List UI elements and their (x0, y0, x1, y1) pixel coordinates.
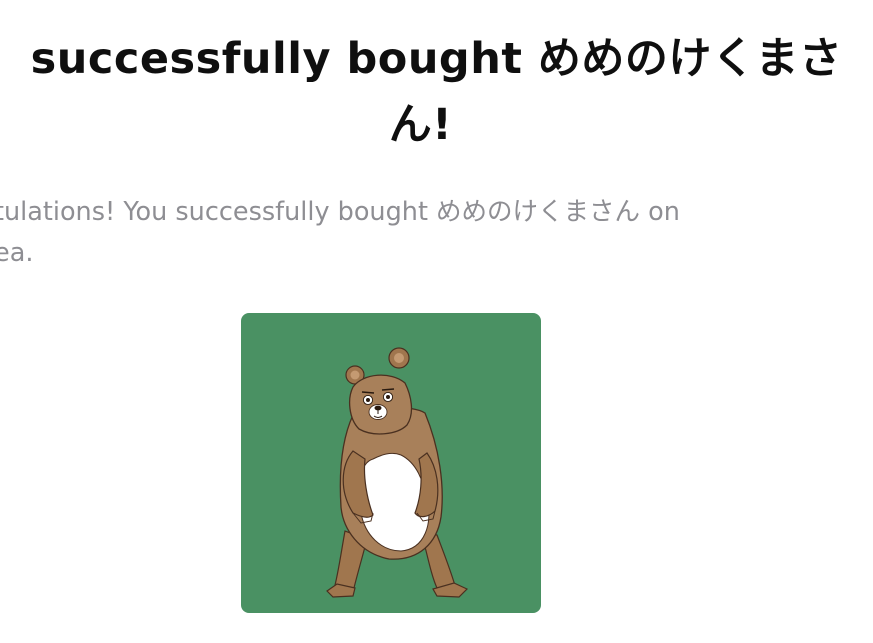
success-message-line-1: tulations! You successfully bought めめのけく… (0, 197, 680, 227)
nft-image (241, 313, 541, 613)
page-title-line-2: ん! (388, 100, 453, 150)
page-title: successfully bought めめのけくまさ ん! (0, 26, 873, 158)
page-title-line-1: successfully bought めめのけくまさ (30, 34, 843, 84)
success-message-line-2: ea. (0, 238, 34, 268)
success-message: tulations! You successfully bought めめのけく… (0, 192, 873, 274)
bear-illustration (326, 347, 469, 598)
